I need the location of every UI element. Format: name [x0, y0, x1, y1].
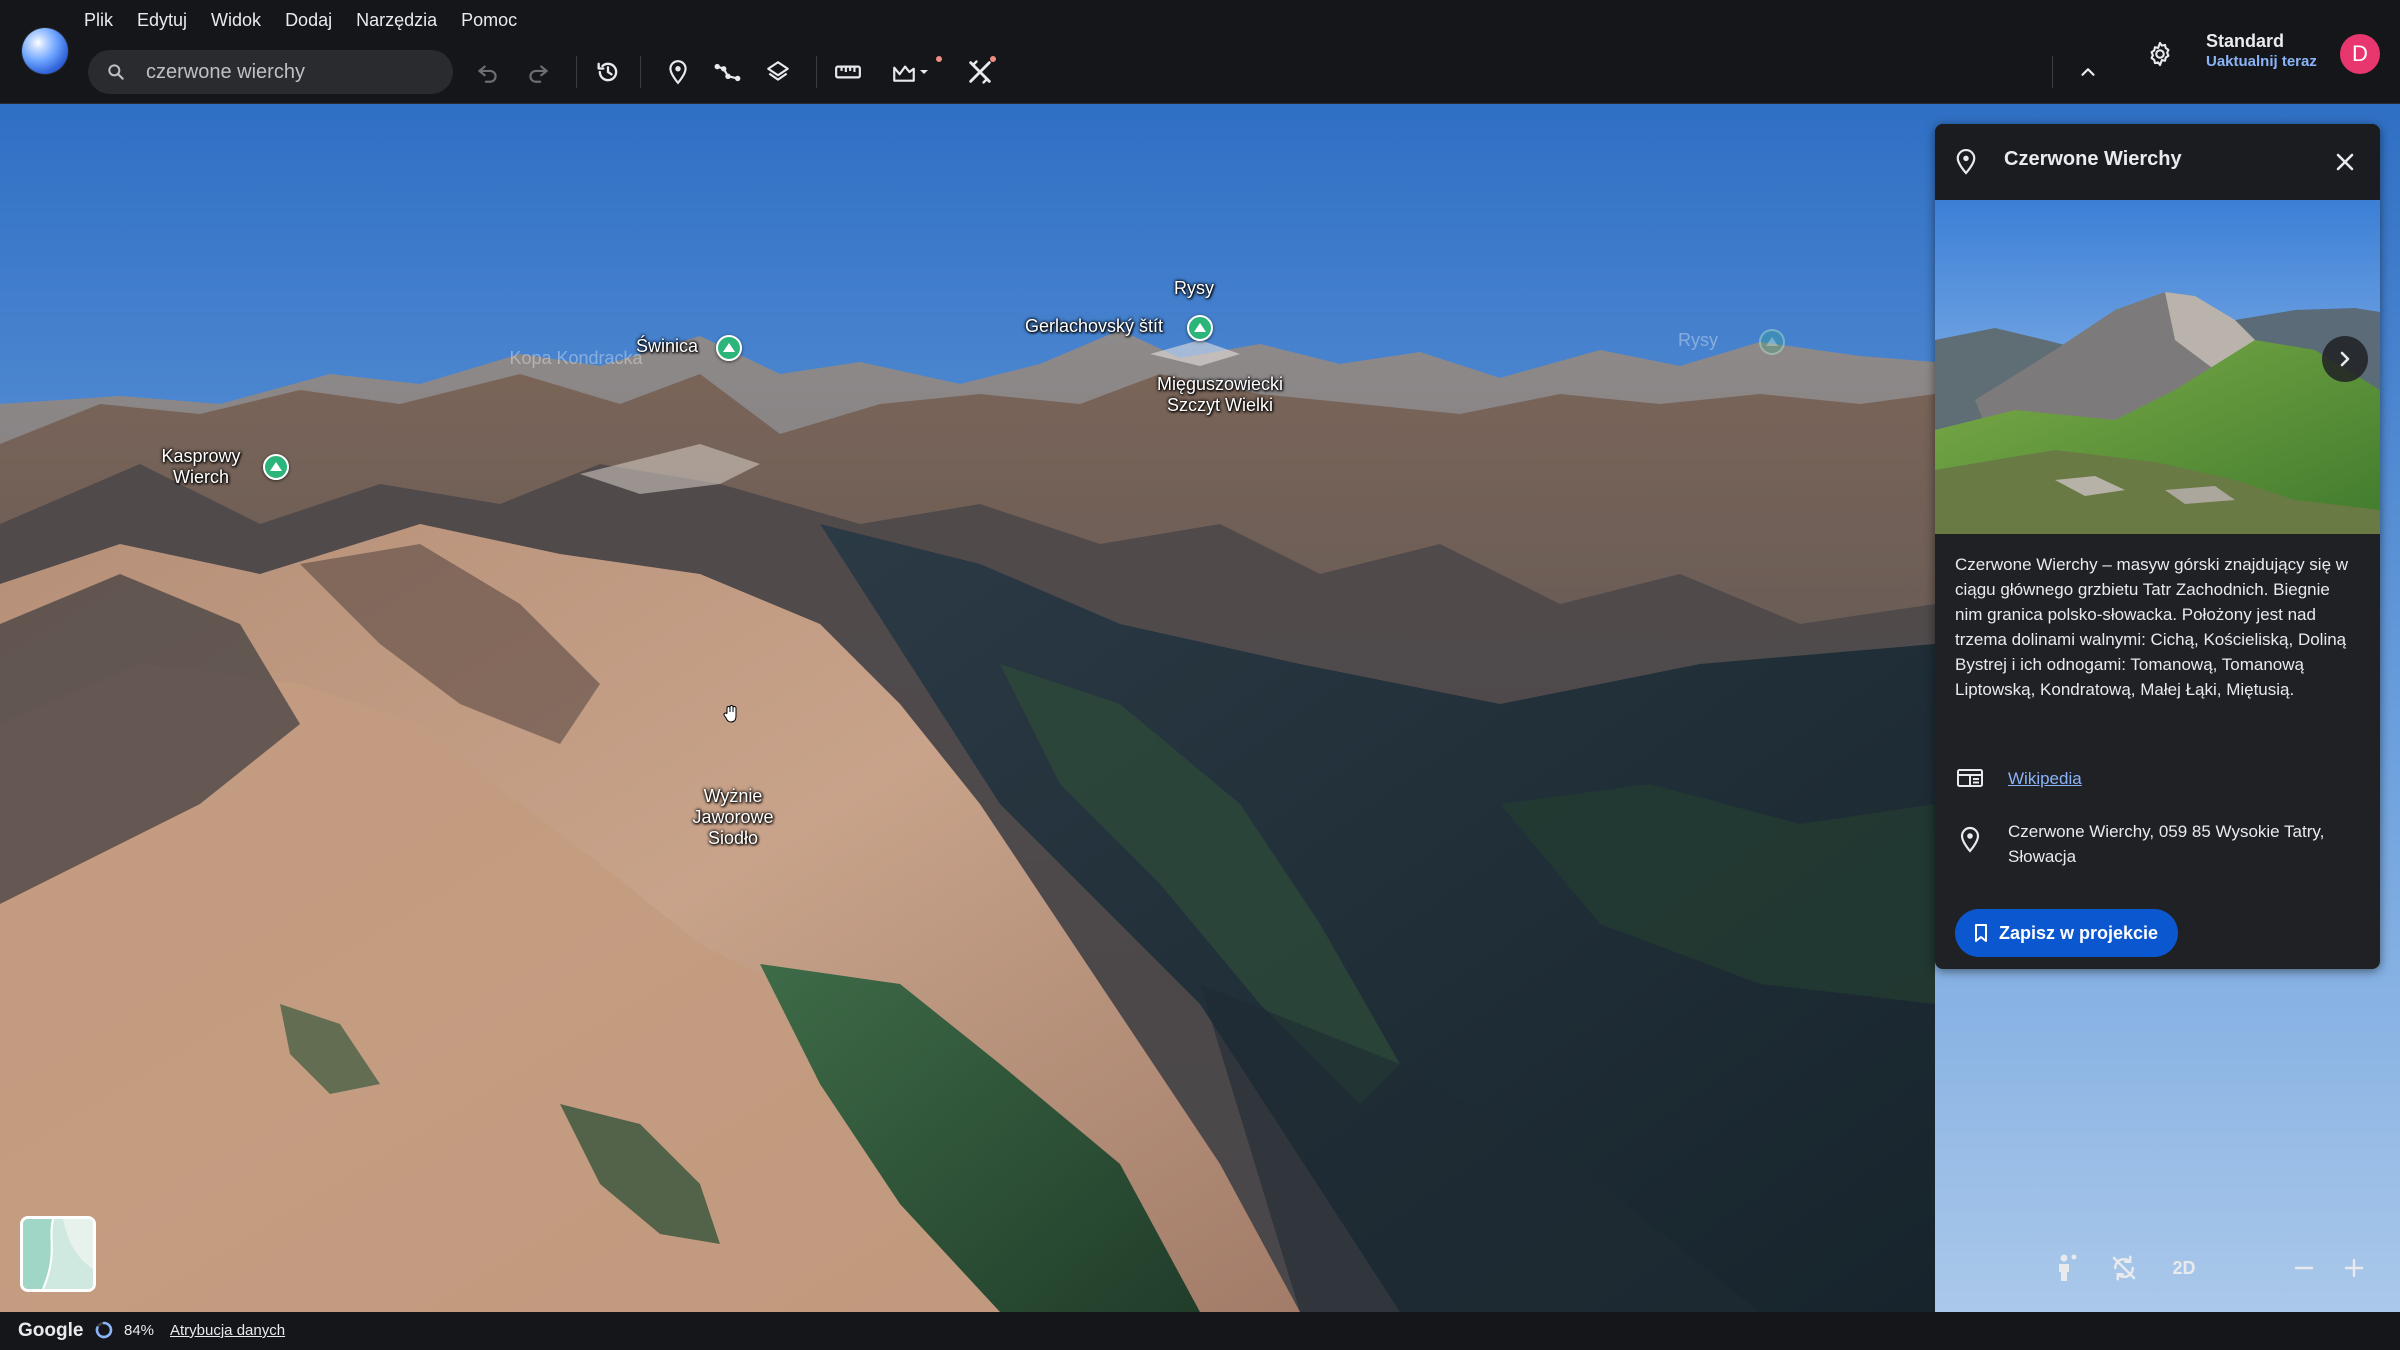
chevron-down-icon: [920, 70, 928, 74]
place-address: Czerwone Wierchy, 059 85 Wysokie Tatry, …: [2008, 822, 2325, 866]
pin-icon: [669, 60, 687, 85]
peak-label-text: Mięguszowiecki Szczyt Wielki: [1156, 374, 1284, 415]
peak-marker-icon[interactable]: [263, 454, 289, 480]
elevation-button[interactable]: [880, 52, 940, 92]
search-input[interactable]: [144, 59, 428, 85]
add-placemark-button[interactable]: [658, 52, 698, 92]
notification-dot: [936, 56, 942, 62]
minus-icon: [2294, 1266, 2314, 1270]
toolbar-divider: [816, 56, 817, 88]
loading-spinner-icon: [95, 1321, 113, 1339]
redo-button[interactable]: [518, 52, 558, 92]
google-logo: Google: [18, 1320, 84, 1341]
search-icon: [108, 64, 124, 80]
toolbar-divider: [2052, 56, 2053, 88]
map-style-button[interactable]: [20, 1216, 96, 1292]
plan-name: Standard: [2206, 31, 2285, 51]
history-icon: [597, 62, 618, 82]
upgrade-link[interactable]: Uaktualnij teraz: [2206, 52, 2317, 72]
toolbar-divider: [576, 56, 577, 88]
status-bar: Google 84% Atrybucja danych: [0, 1312, 2400, 1350]
map-view[interactable]: Rysy Gerlachovský štít Świnica Kopa Kond…: [0, 104, 2400, 1312]
place-info-panel: Czerwone Wierchy Czerwone Wierchy – masy…: [1935, 124, 2380, 969]
wikipedia-link[interactable]: Wikipedia: [2008, 769, 2082, 788]
peak-marker-icon: [1759, 329, 1785, 355]
loading-percent: 84%: [124, 1321, 155, 1339]
zoom-in-button[interactable]: [2334, 1248, 2374, 1288]
peak-label[interactable]: Gerlachovský štít: [1025, 316, 1163, 337]
street-view-button[interactable]: [2046, 1248, 2086, 1288]
google-earth-logo[interactable]: [22, 28, 68, 74]
history-button[interactable]: [588, 52, 628, 92]
menu-bar: Plik Edytuj Widok Dodaj Narzędzia Pomoc: [84, 6, 529, 34]
avatar[interactable]: D: [2340, 34, 2380, 74]
peak-marker-icon[interactable]: [716, 335, 742, 361]
draw-path-button[interactable]: [708, 52, 748, 92]
panel-title: Czerwone Wierchy: [2004, 148, 2182, 170]
top-toolbar: Plik Edytuj Widok Dodaj Narzędzia Pomoc: [0, 0, 2400, 104]
plan-info: Standard Uaktualnij teraz: [2206, 30, 2317, 72]
panel-header: Czerwone Wierchy: [1935, 124, 2380, 200]
menu-add[interactable]: Dodaj: [273, 6, 344, 34]
elevation-icon: [893, 65, 915, 82]
view-2d-button[interactable]: 2D: [2164, 1248, 2204, 1288]
menu-view[interactable]: Widok: [199, 6, 273, 34]
map-style-thumbnail: [23, 1219, 93, 1289]
settings-button[interactable]: [2140, 34, 2180, 74]
undo-icon: [478, 65, 497, 83]
menu-tools[interactable]: Narzędzia: [344, 6, 449, 34]
close-button[interactable]: [2329, 146, 2361, 178]
pencil-ruler-icon: [969, 60, 991, 84]
place-photo[interactable]: [1935, 200, 2380, 534]
plus-icon: [2344, 1258, 2364, 1278]
layers-icon: [767, 61, 789, 81]
ruler-icon: [835, 65, 861, 79]
place-description: Czerwone Wierchy – masyw górski znajdują…: [1955, 555, 2349, 699]
peak-label-faded: Rysy: [1678, 330, 1718, 350]
search-box: [88, 50, 453, 94]
article-icon: [1957, 769, 1983, 787]
undo-button[interactable]: [468, 52, 508, 92]
close-icon: [2336, 153, 2354, 171]
gear-icon: [2150, 41, 2170, 67]
pass-label-text: Wyżnie Jaworowe Siodło: [692, 786, 774, 848]
redo-icon: [529, 65, 548, 83]
rotation-off-icon: [2112, 1255, 2136, 1281]
layers-button[interactable]: [758, 52, 798, 92]
measure-button[interactable]: [828, 52, 868, 92]
peak-label-text: Kasprowy Wierch: [161, 446, 241, 487]
path-icon: [714, 63, 741, 82]
peak-label-faded: Kopa Kondracka: [509, 348, 643, 368]
peak-marker-icon[interactable]: [1187, 315, 1213, 341]
save-to-project-button[interactable]: Zapisz w projekcie: [1955, 909, 2179, 957]
peak-label[interactable]: Kasprowy Wierch: [156, 446, 246, 488]
zoom-out-button[interactable]: [2284, 1248, 2324, 1288]
next-photo-button[interactable]: [2322, 336, 2368, 382]
menu-help[interactable]: Pomoc: [449, 6, 529, 34]
toolbar-divider: [640, 56, 641, 88]
menu-file[interactable]: Plik: [84, 6, 125, 34]
peak-label[interactable]: Świnica: [636, 336, 698, 357]
save-button-label: Zapisz w projekcie: [1999, 922, 2159, 943]
bookmark-icon: [1975, 924, 1987, 942]
peak-label[interactable]: Mięguszowiecki Szczyt Wielki: [1150, 374, 1290, 416]
chevron-up-icon: [2081, 68, 2095, 76]
pass-label[interactable]: Wyżnie Jaworowe Siodło: [683, 786, 783, 849]
loading-indicator: 84%: [94, 1320, 154, 1340]
address-row: Czerwone Wierchy, 059 85 Wysokie Tatry, …: [1955, 819, 2363, 869]
pin-icon: [1956, 148, 1976, 175]
peak-label[interactable]: Rysy: [1174, 278, 1214, 299]
collapse-toolbar-button[interactable]: [2068, 52, 2108, 92]
pegman-icon: [2059, 1254, 2077, 1281]
chevron-right-icon: [2340, 351, 2350, 367]
compass-reset-button[interactable]: [2104, 1248, 2144, 1288]
data-attribution-link[interactable]: Atrybucja danych: [170, 1322, 285, 1339]
mountain-photo: [1935, 200, 2380, 534]
wikipedia-row: Wikipedia: [1955, 766, 2363, 791]
notification-dot: [990, 56, 996, 62]
hand-cursor-icon: [723, 705, 737, 723]
menu-edit[interactable]: Edytuj: [125, 6, 199, 34]
location-pin-icon: [1960, 826, 1980, 853]
